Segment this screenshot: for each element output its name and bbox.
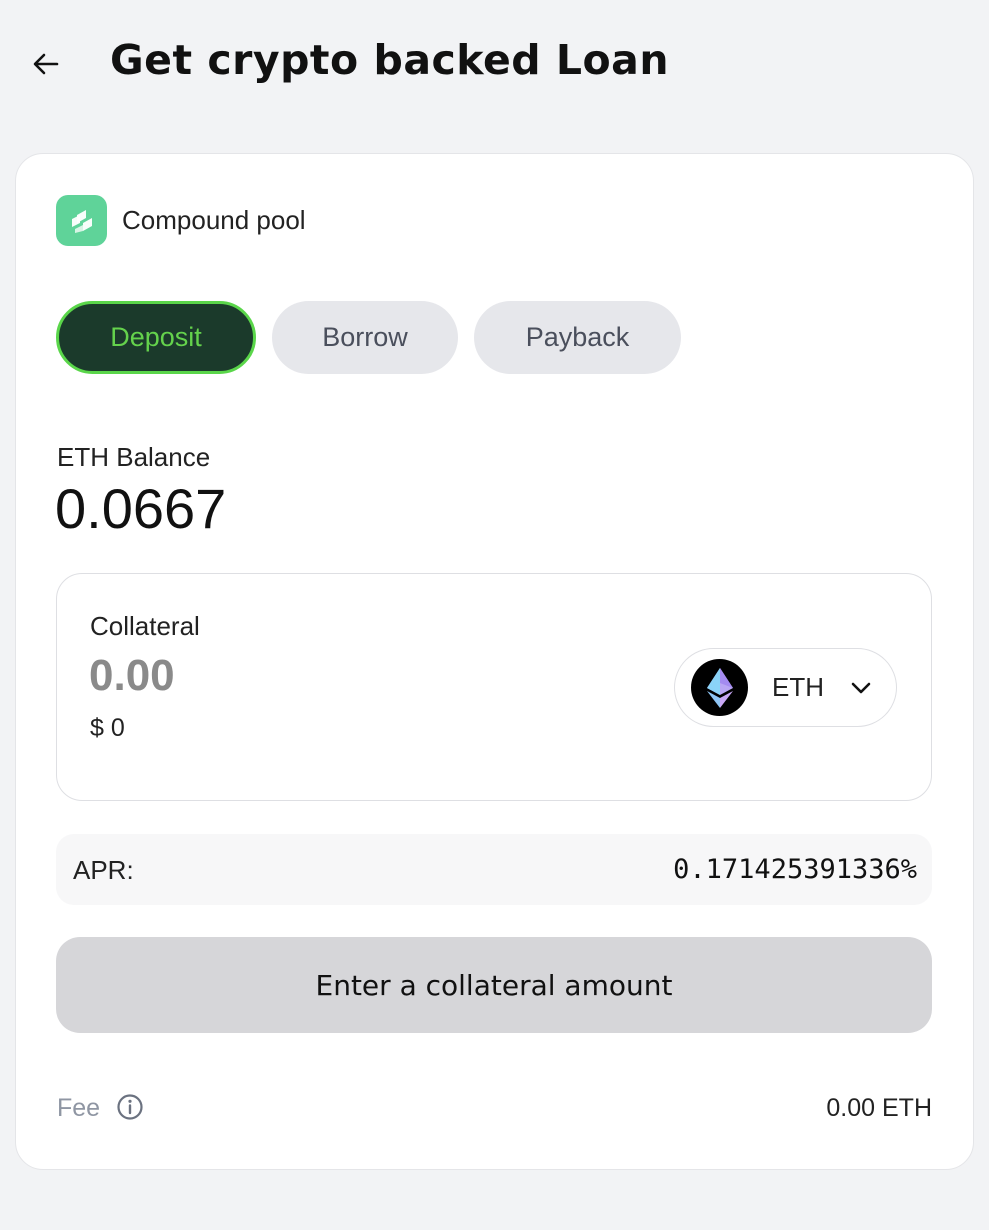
token-selector[interactable]: ETH	[674, 648, 897, 727]
tab-borrow[interactable]: Borrow	[272, 301, 458, 374]
pool-name: Compound pool	[122, 205, 306, 235]
apr-label: APR:	[73, 855, 134, 885]
submit-button[interactable]: Enter a collateral amount	[56, 937, 932, 1033]
balance-label: ETH Balance	[57, 442, 211, 472]
pool-header: Compound pool	[56, 195, 306, 246]
fee-row: Fee 0.00 ETH	[56, 1091, 932, 1127]
apr-value: 0.171425391336%	[673, 854, 917, 885]
page-header: Get crypto backed Loan	[0, 0, 989, 130]
collateral-usd-value: $ 0	[90, 714, 125, 742]
ethereum-icon	[691, 659, 748, 716]
arrow-left-icon	[33, 53, 59, 75]
balance-value: 0.0667	[55, 477, 227, 540]
fee-value: 0.00 ETH	[826, 1094, 932, 1122]
collateral-amount-input[interactable]	[89, 651, 389, 701]
collateral-box: Collateral $ 0 ETH	[56, 573, 932, 801]
chevron-down-icon	[850, 681, 872, 695]
fee-label: Fee	[57, 1094, 101, 1122]
apr-row: APR: 0.171425391336%	[56, 834, 932, 905]
loan-card: Compound pool Deposit Borrow Payback ETH…	[15, 153, 974, 1170]
compound-logo-icon	[56, 195, 107, 246]
tab-deposit[interactable]: Deposit	[56, 301, 256, 374]
collateral-label: Collateral	[90, 611, 200, 641]
back-button[interactable]	[28, 46, 64, 82]
page-title: Get crypto backed Loan	[110, 36, 670, 84]
action-tabs: Deposit Borrow Payback	[56, 301, 681, 374]
tab-payback[interactable]: Payback	[474, 301, 681, 374]
info-icon[interactable]	[116, 1093, 144, 1121]
token-symbol: ETH	[772, 672, 824, 702]
